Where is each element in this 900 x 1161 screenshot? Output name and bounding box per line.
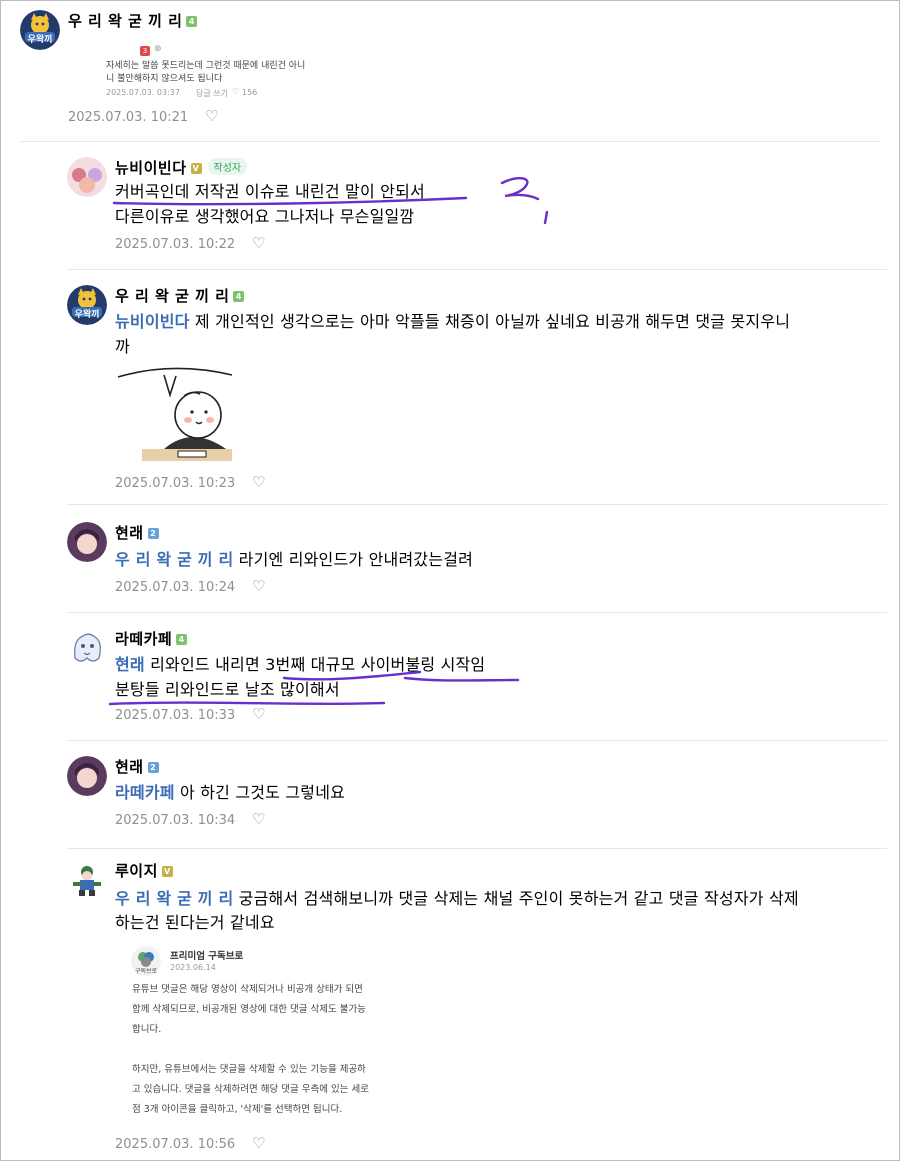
comment-date: 2025.07.03. 10:34 — [115, 813, 236, 828]
avatar-logo-text: 우왁끼 — [74, 310, 100, 320]
author-name-text: 현래 — [115, 758, 144, 776]
comment-text-line: 하는건 된다는거 같네요 — [115, 913, 275, 932]
heart-outline-icon[interactable]: ♡ — [252, 577, 265, 595]
embedded-line: 점 3개 아이콘을 클릭하고, '삭제'를 선택하면 됩니다. — [132, 1104, 343, 1115]
comment-text: 제 개인적인 생각으로는 아마 악플들 채증이 아닐까 싶네요 비공개 해두면 … — [194, 312, 791, 331]
embedded-line: 하지만, 유튜브에서는 댓글을 삭제할 수 있는 기능을 제공하 — [132, 1064, 366, 1075]
avatar[interactable] — [67, 522, 107, 562]
handwritten-annotation — [112, 177, 549, 225]
embedded-screenshot: 구독브로 프리미엄 구독브로 2023.06.14 유튜브 댓글은 해당 영상이… — [118, 942, 374, 1122]
avatar[interactable] — [67, 756, 107, 796]
mention-link[interactable]: 우 리 왁 굳 끼 리 — [115, 889, 233, 908]
embedded-title: 프리미엄 구독브로 — [170, 951, 244, 962]
avatar[interactable] — [67, 860, 107, 900]
author-name-text: 우 리 왁 굳 끼 리 — [115, 287, 230, 305]
comment-item: 우왁끼 우 리 왁 굳 끼 리4 뉴비이빈다 제 개인적인 생각으로는 아마 악… — [0, 269, 900, 504]
author-name[interactable]: 현래 2 — [115, 756, 159, 777]
author-name[interactable]: 우 리 왁 굳 끼 리4 — [115, 285, 245, 306]
author-name-text: 루이지 — [115, 862, 158, 880]
comment-date: 2025.07.03. 10:24 — [115, 580, 236, 595]
heart-outline-icon[interactable]: ♡ — [252, 1134, 265, 1152]
sticker-image — [117, 367, 233, 461]
embedded-logo: 구독브로 — [131, 946, 161, 976]
level-badge: 4 — [233, 291, 245, 302]
mention-link[interactable]: 라떼카페 — [115, 783, 175, 802]
comment-item: 루이지 V 우 리 왁 굳 끼 리 궁금해서 검색해보니까 댓글 삭제는 채널 주… — [0, 848, 900, 1159]
heart-outline-icon[interactable]: ♡ — [252, 810, 265, 828]
author-name[interactable]: 현래 2 — [115, 522, 159, 543]
level-badge: 2 — [147, 528, 159, 539]
author-name-text: 현래 — [115, 524, 144, 542]
mention-link[interactable]: 뉴비이빈다 — [115, 312, 190, 331]
embedded-line: 함께 삭제되므로, 비공개된 영상에 대한 댓글 삭제도 불가능 — [132, 1004, 366, 1015]
embedded-line: 합니다. — [132, 1024, 162, 1035]
comment-text: 아 하긴 그것도 그렇네요 — [179, 783, 346, 802]
comment-text-line: 까 — [115, 337, 130, 356]
mention-link[interactable]: 우 리 왁 굳 끼 리 — [115, 550, 233, 569]
comment-text-line: 라떼카페 아 하긴 그것도 그렇네요 — [115, 780, 345, 805]
avatar[interactable]: 우왁끼 — [67, 285, 107, 325]
comment-text-line: 우 리 왁 굳 끼 리 라기엔 리와인드가 안내려갔는걸려 — [115, 547, 473, 572]
comment-text-line: 뉴비이빈다 제 개인적인 생각으로는 아마 악플들 채증이 아닐까 싶네요 비공… — [115, 309, 790, 334]
comment-date: 2025.07.03. 10:23 — [115, 476, 236, 491]
comment-text: 궁금해서 검색해보니까 댓글 삭제는 채널 주인이 못하는거 같고 댓글 작성자… — [238, 889, 799, 908]
comment-date: 2025.07.03. 10:56 — [115, 1137, 236, 1152]
embedded-logo-text: 구독브로 — [134, 968, 158, 975]
handwritten-annotation — [108, 670, 520, 706]
comment-text-line: 우 리 왁 굳 끼 리 궁금해서 검색해보니까 댓글 삭제는 채널 주인이 못하… — [115, 886, 799, 911]
comment-text: 라기엔 리와인드가 안내려갔는걸려 — [238, 550, 474, 569]
author-name[interactable]: 루이지 V — [115, 860, 173, 881]
embedded-line: 고 있습니다. 댓글을 삭제하려면 해당 댓글 우측에 있는 세로 — [132, 1084, 369, 1095]
comment-item: 현래 2 우 리 왁 굳 끼 리 라기엔 리와인드가 안내려갔는걸려 2025.0… — [0, 504, 900, 612]
comment-item: 현래 2 라떼카페 아 하긴 그것도 그렇네요 2025.07.03. 10:34… — [0, 740, 900, 848]
embedded-date: 2023.06.14 — [170, 963, 216, 972]
level-badge: V — [161, 866, 173, 877]
heart-outline-icon[interactable]: ♡ — [252, 473, 265, 491]
level-badge: 2 — [147, 762, 159, 773]
embedded-line: 유튜브 댓글은 해당 영상이 삭제되거나 비공개 상태가 되면 — [132, 984, 363, 995]
